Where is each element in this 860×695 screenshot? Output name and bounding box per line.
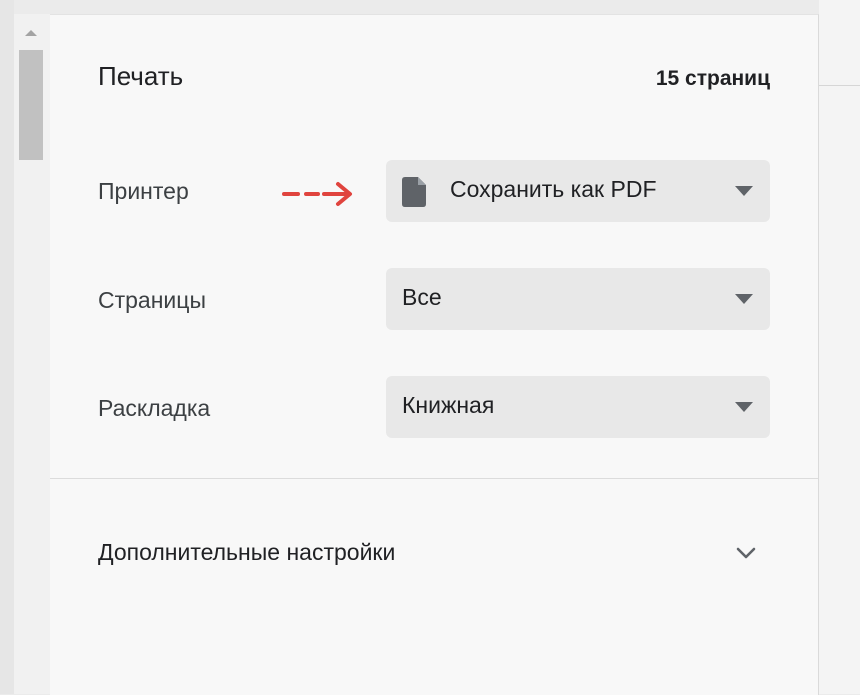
print-settings-panel: Печать 15 страниц Принтер Сохранить как … [50, 14, 819, 695]
annotation-arrow-icon [282, 182, 352, 206]
vertical-scrollbar[interactable] [14, 14, 50, 694]
window-edge [0, 0, 14, 694]
pages-dropdown-arrow-icon [735, 294, 753, 304]
layout-value: Книжная [402, 392, 495, 418]
more-settings-toggle[interactable]: Дополнительные настройки [98, 539, 395, 566]
layout-dropdown-arrow-icon [735, 402, 753, 412]
section-divider [50, 478, 818, 479]
printer-label: Принтер [98, 178, 189, 204]
printer-select[interactable]: Сохранить как PDF [386, 160, 770, 222]
page-count: 15 страниц [655, 67, 770, 90]
print-preview-area [819, 0, 860, 694]
scroll-up-arrow-icon[interactable] [25, 30, 37, 36]
layout-label: Раскладка [98, 395, 211, 421]
pages-value: Все [402, 284, 442, 310]
chevron-down-icon[interactable] [734, 543, 758, 563]
printer-dropdown-arrow-icon [735, 186, 753, 196]
preview-divider [819, 85, 860, 86]
pages-label: Страницы [98, 287, 206, 313]
document-icon [402, 177, 426, 207]
pages-select[interactable]: Все [386, 268, 770, 330]
layout-select[interactable]: Книжная [386, 376, 770, 438]
scrollbar-thumb[interactable] [19, 50, 43, 160]
printer-value: Сохранить как PDF [450, 176, 657, 202]
page-title: Печать [98, 61, 184, 91]
